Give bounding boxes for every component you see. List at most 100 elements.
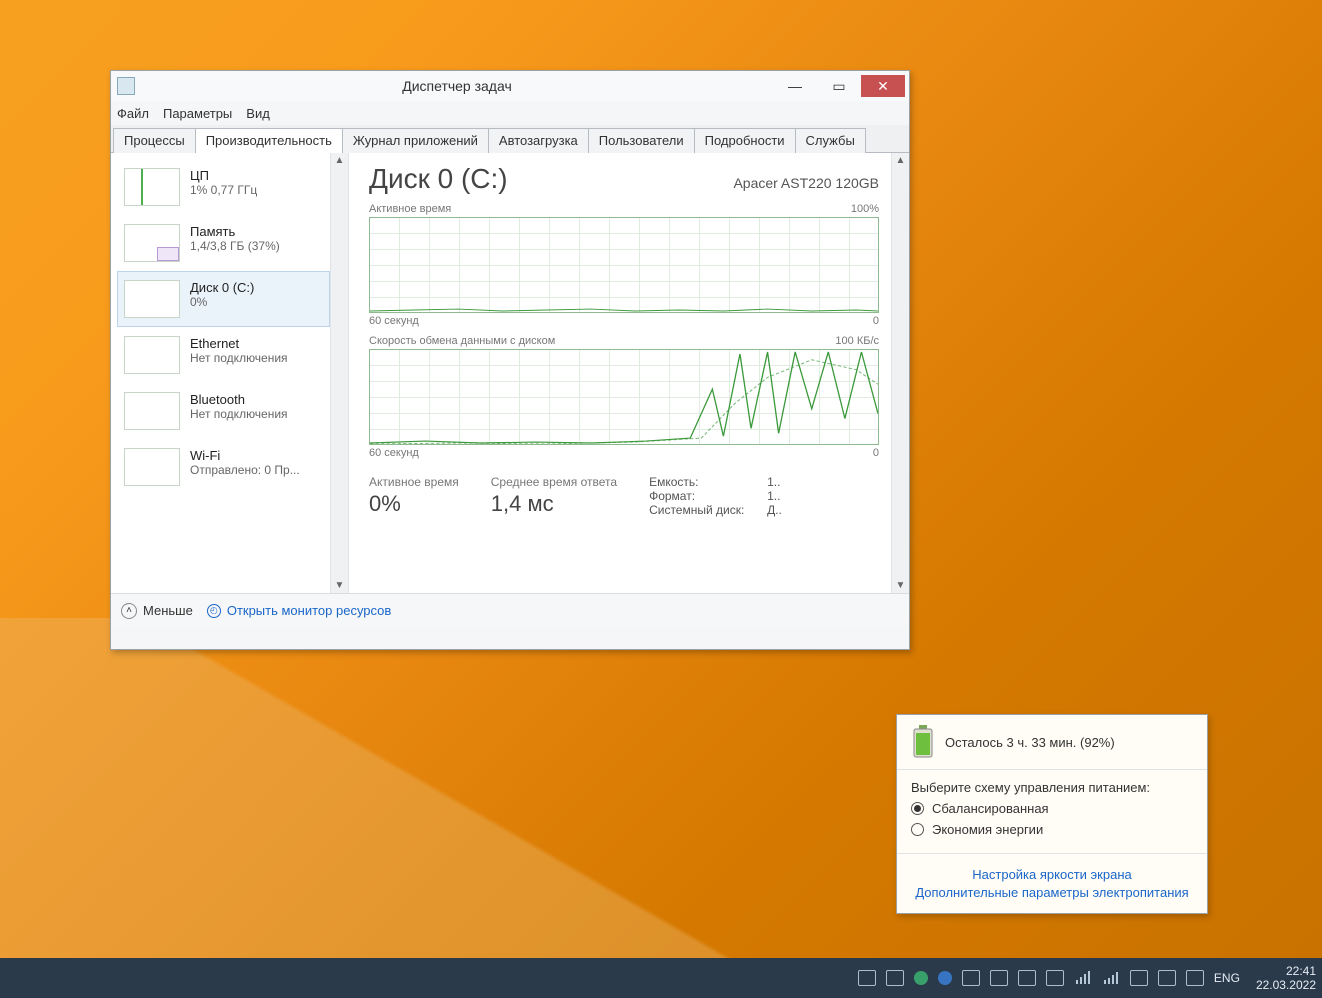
cpu-thumb-icon bbox=[124, 168, 180, 206]
task-manager-window: Диспетчер задач — ▭ ✕ Файл Параметры Вид… bbox=[110, 70, 910, 650]
chart-left: 60 секунд bbox=[369, 447, 419, 459]
resource-monitor-icon: ◴ bbox=[207, 604, 221, 618]
sidebar-item-sub: 1,4/3,8 ГБ (37%) bbox=[190, 239, 280, 253]
wifi-tray-icon[interactable] bbox=[1102, 970, 1120, 986]
power-plan-balanced[interactable]: Сбалансированная bbox=[911, 801, 1193, 816]
scroll-down-icon[interactable]: ▼ bbox=[335, 578, 345, 593]
radio-unchecked-icon bbox=[911, 823, 924, 836]
sidebar-scrollbar[interactable]: ▲ ▼ bbox=[330, 153, 348, 593]
battery-popup: Осталось 3 ч. 33 мин. (92%) Выберите схе… bbox=[896, 714, 1208, 914]
stat-sysdisk-value: Д.. bbox=[767, 503, 782, 517]
tab-app-history[interactable]: Журнал приложений bbox=[342, 128, 489, 153]
touchpad-icon[interactable] bbox=[1046, 970, 1064, 986]
tab-users[interactable]: Пользователи bbox=[588, 128, 695, 153]
titlebar[interactable]: Диспетчер задач — ▭ ✕ bbox=[111, 71, 909, 101]
tab-details[interactable]: Подробности bbox=[694, 128, 796, 153]
chart-label: Скорость обмена данными с диском bbox=[369, 335, 555, 347]
window-footer: ˄ Меньше ◴ Открыть монитор ресурсов bbox=[111, 593, 909, 627]
stat-avg-value: 1,4 мс bbox=[491, 491, 617, 517]
battery-icon bbox=[911, 725, 935, 759]
menu-file[interactable]: Файл bbox=[117, 106, 149, 121]
stat-avg-label: Среднее время ответа bbox=[491, 475, 617, 489]
stat-capacity-value: 1.. bbox=[767, 475, 780, 489]
more-power-options-link[interactable]: Дополнительные параметры электропитания bbox=[911, 885, 1193, 900]
chart-right: 0 bbox=[873, 447, 879, 459]
sidebar-item-sub: Нет подключения bbox=[190, 351, 288, 365]
sidebar-item-bluetooth[interactable]: Bluetooth Нет подключения bbox=[117, 383, 330, 439]
chart-right: 0 bbox=[873, 315, 879, 327]
sync-icon[interactable] bbox=[938, 971, 952, 985]
page-title: Диск 0 (C:) bbox=[369, 163, 508, 195]
tab-startup[interactable]: Автозагрузка bbox=[488, 128, 589, 153]
power-plan-heading: Выберите схему управления питанием: bbox=[911, 780, 1193, 795]
close-button[interactable]: ✕ bbox=[861, 75, 905, 97]
menubar: Файл Параметры Вид bbox=[111, 101, 909, 125]
sidebar-item-disk0[interactable]: Диск 0 (C:) 0% bbox=[117, 271, 330, 327]
sidebar-item-wifi[interactable]: Wi-Fi Отправлено: 0 Пр... bbox=[117, 439, 330, 495]
fewer-details-button[interactable]: ˄ Меньше bbox=[121, 603, 193, 619]
open-resource-monitor-link[interactable]: ◴ Открыть монитор ресурсов bbox=[207, 603, 391, 618]
sidebar-item-label: Wi-Fi bbox=[190, 448, 300, 463]
wifi-thumb-icon bbox=[124, 448, 180, 486]
system-tray: ENG 22:41 22.03.2022 bbox=[858, 964, 1316, 992]
tab-services[interactable]: Службы bbox=[795, 128, 866, 153]
stat-capacity-label: Емкость: bbox=[649, 475, 761, 489]
menu-view[interactable]: Вид bbox=[246, 106, 270, 121]
chart-active-time: Активное время 100% 60 секунд 0 bbox=[369, 203, 893, 327]
security-icon[interactable] bbox=[886, 970, 904, 986]
app-icon bbox=[117, 77, 135, 95]
chart-transfer-rate: Скорость обмена данными с диском 100 КБ/… bbox=[369, 335, 893, 459]
eject-icon[interactable] bbox=[1018, 970, 1036, 986]
stat-active-value: 0% bbox=[369, 491, 459, 517]
check-icon[interactable] bbox=[914, 971, 928, 985]
chart-label: Активное время bbox=[369, 203, 451, 215]
sidebar-item-sub: Нет подключения bbox=[190, 407, 288, 421]
bluetooth-thumb-icon bbox=[124, 392, 180, 430]
bluetooth-tray-icon[interactable] bbox=[990, 970, 1008, 986]
radio-checked-icon bbox=[911, 802, 924, 815]
sidebar-item-cpu[interactable]: ЦП 1% 0,77 ГГц bbox=[117, 159, 330, 215]
sidebar-item-sub: Отправлено: 0 Пр... bbox=[190, 463, 300, 477]
volume-icon[interactable] bbox=[1130, 970, 1148, 986]
chart-max: 100 КБ/с bbox=[835, 335, 879, 347]
sidebar-item-memory[interactable]: Память 1,4/3,8 ГБ (37%) bbox=[117, 215, 330, 271]
battery-tray-icon[interactable] bbox=[1158, 970, 1176, 986]
battery-status: Осталось 3 ч. 33 мин. (92%) bbox=[945, 735, 1115, 750]
tab-performance[interactable]: Производительность bbox=[195, 128, 343, 153]
action-center-icon[interactable] bbox=[1186, 970, 1204, 986]
scroll-up-icon[interactable]: ▲ bbox=[335, 153, 345, 168]
tab-processes[interactable]: Процессы bbox=[113, 128, 196, 153]
taskbar-clock[interactable]: 22:41 22.03.2022 bbox=[1256, 964, 1316, 992]
brightness-link[interactable]: Настройка яркости экрана bbox=[911, 867, 1193, 882]
main-scrollbar[interactable]: ▲ ▼ bbox=[891, 153, 909, 593]
network-icon[interactable] bbox=[1074, 970, 1092, 986]
maximize-button[interactable]: ▭ bbox=[817, 75, 861, 97]
chart-left: 60 секунд bbox=[369, 315, 419, 327]
sidebar-item-label: Bluetooth bbox=[190, 392, 288, 407]
sidebar-item-sub: 1% 0,77 ГГц bbox=[190, 183, 257, 197]
performance-main: Диск 0 (C:) Apacer AST220 120GB Активное… bbox=[349, 153, 909, 593]
power-plan-saver[interactable]: Экономия энергии bbox=[911, 822, 1193, 837]
stat-format-value: 1.. bbox=[767, 489, 780, 503]
window-title: Диспетчер задач bbox=[141, 78, 773, 94]
scroll-down-icon[interactable]: ▼ bbox=[896, 578, 906, 593]
scroll-up-icon[interactable]: ▲ bbox=[896, 153, 906, 168]
memory-thumb-icon bbox=[124, 224, 180, 262]
stat-format-label: Формат: bbox=[649, 489, 761, 503]
menu-options[interactable]: Параметры bbox=[163, 106, 232, 121]
sidebar-item-ethernet[interactable]: Ethernet Нет подключения bbox=[117, 327, 330, 383]
minimize-button[interactable]: — bbox=[773, 75, 817, 97]
sidebar-item-sub: 0% bbox=[190, 295, 254, 309]
disk-model: Apacer AST220 120GB bbox=[733, 175, 879, 191]
sidebar-item-label: ЦП bbox=[190, 168, 257, 183]
display-icon[interactable] bbox=[962, 970, 980, 986]
keyboard-icon[interactable] bbox=[858, 970, 876, 986]
active-time-chart bbox=[369, 217, 879, 313]
disk-thumb-icon bbox=[124, 280, 180, 318]
chevron-up-icon: ˄ bbox=[121, 603, 137, 619]
sidebar-item-label: Память bbox=[190, 224, 280, 239]
stat-active-label: Активное время bbox=[369, 475, 459, 489]
sidebar-item-label: Ethernet bbox=[190, 336, 288, 351]
transfer-rate-chart bbox=[369, 349, 879, 445]
language-indicator[interactable]: ENG bbox=[1214, 971, 1240, 985]
